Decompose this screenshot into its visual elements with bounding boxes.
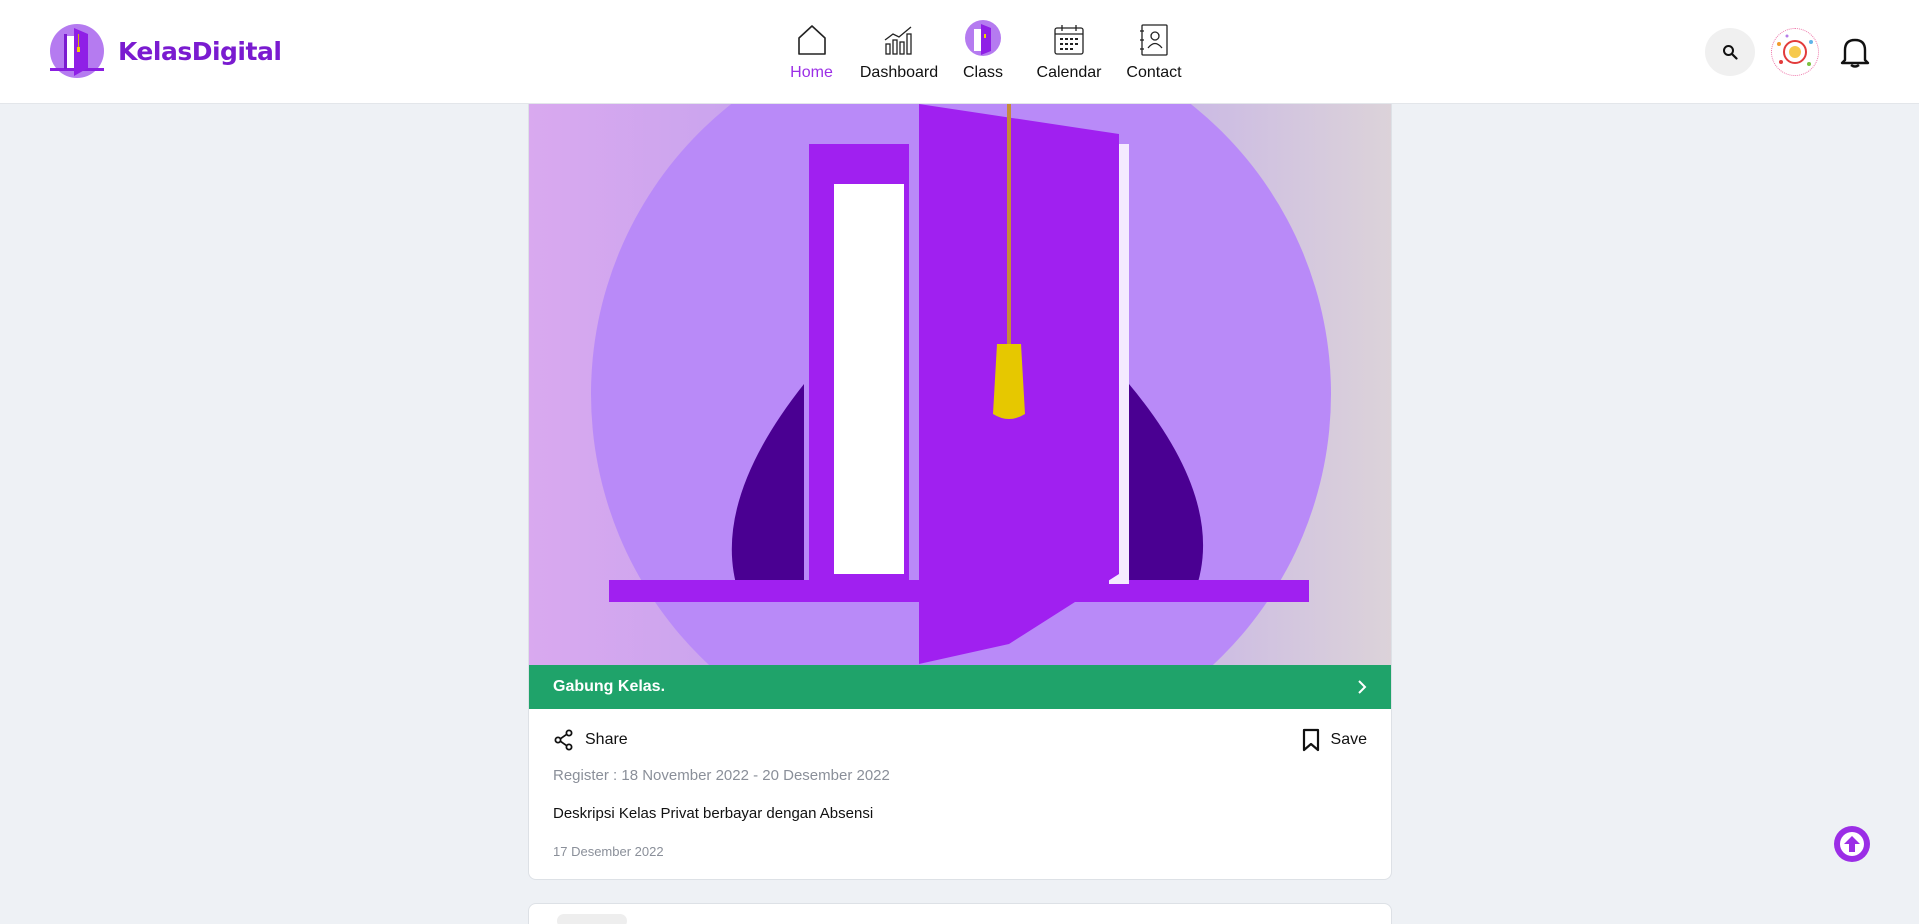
- arrow-up-icon: [1840, 832, 1864, 856]
- chevron-right-icon: [1358, 680, 1367, 694]
- home-icon: [787, 20, 837, 56]
- register-period: Register : 18 November 2022 - 20 Desembe…: [553, 767, 890, 784]
- chart-icon: [874, 20, 924, 56]
- next-card-placeholder: [557, 914, 627, 924]
- save-label: Save: [1330, 731, 1367, 748]
- class-card: Gabung Kelas. Share Save Register : 18 N…: [528, 104, 1392, 880]
- next-class-card: [528, 903, 1392, 924]
- notification-button[interactable]: [1835, 32, 1875, 72]
- top-header: KelasDigital Home Dashboard Class Calend…: [0, 0, 1919, 104]
- user-avatar[interactable]: [1771, 28, 1819, 76]
- join-class-button[interactable]: Gabung Kelas.: [529, 665, 1391, 709]
- search-button[interactable]: [1705, 28, 1755, 76]
- join-class-label: Gabung Kelas.: [553, 678, 666, 695]
- save-button[interactable]: Save: [1301, 728, 1367, 752]
- class-door-icon: [958, 20, 1008, 56]
- nav-dashboard[interactable]: Dashboard: [855, 20, 943, 82]
- scroll-to-top-button[interactable]: [1834, 826, 1870, 862]
- header-actions: [1705, 28, 1875, 76]
- class-description: Deskripsi Kelas Privat berbayar dengan A…: [553, 805, 874, 822]
- nav-contact-label: Contact: [1126, 64, 1182, 81]
- nav-dashboard-label: Dashboard: [859, 64, 939, 81]
- share-label: Share: [585, 731, 628, 748]
- avatar-image: [1777, 34, 1813, 66]
- card-actions: Share Save: [553, 726, 1367, 754]
- nav-calendar[interactable]: Calendar: [1029, 20, 1109, 82]
- kelasdigital-cover-illustration: [591, 104, 1331, 665]
- bell-icon: [1840, 38, 1870, 68]
- nav-class-label: Class: [962, 64, 1003, 81]
- nav-home-label: Home: [790, 64, 833, 81]
- share-icon: [554, 729, 573, 751]
- post-date: 17 Desember 2022: [553, 844, 664, 859]
- brand-logo[interactable]: KelasDigital: [46, 24, 282, 78]
- main-nav: Home Dashboard Class Calendar Contact: [780, 20, 1189, 82]
- nav-calendar-label: Calendar: [1036, 64, 1102, 81]
- nav-home[interactable]: Home: [780, 20, 843, 82]
- nav-contact[interactable]: Contact: [1119, 20, 1189, 82]
- contact-book-icon: [1129, 20, 1179, 56]
- calendar-icon: [1044, 20, 1094, 56]
- brand-name: KelasDigital: [118, 36, 282, 66]
- share-button[interactable]: Share: [553, 729, 628, 751]
- class-cover-image: [529, 104, 1391, 665]
- nav-class[interactable]: Class: [955, 20, 1011, 82]
- search-icon: [1723, 45, 1738, 60]
- logo-door-icon: [50, 24, 104, 78]
- bookmark-icon: [1302, 728, 1319, 752]
